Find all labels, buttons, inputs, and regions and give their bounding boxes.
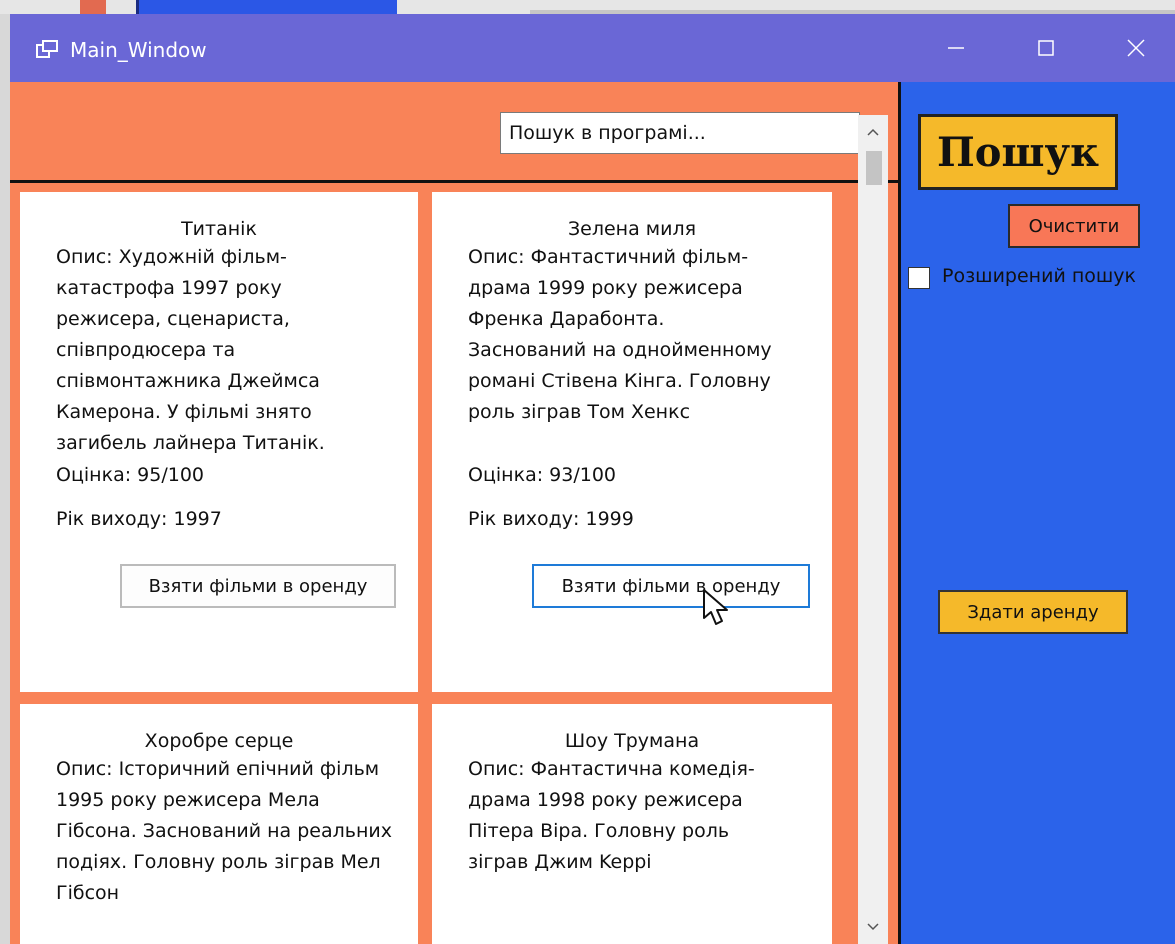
catalog-pane: Пошук в програмі... Титанік Опис: Художн… [10, 82, 898, 944]
close-icon [1127, 39, 1145, 57]
search-input[interactable]: Пошук в програмі... [500, 112, 860, 154]
minimize-button[interactable] [926, 14, 986, 82]
chevron-down-icon [867, 923, 879, 931]
movie-description: Опис: Історичний епічний фільм 1995 року… [56, 758, 392, 904]
title-bar[interactable]: Main_Window [10, 14, 1175, 82]
movie-rating: Оцінка: 93/100 [468, 464, 616, 486]
background-tab-active [136, 0, 397, 14]
return-rental-button[interactable]: Здати аренду [938, 590, 1128, 634]
scroll-up-button[interactable] [858, 115, 888, 149]
movie-description: Опис: Фантастична комедія-драма 1998 рок… [468, 758, 755, 873]
movie-description: Опис: Художній фільм-катастрофа 1997 рок… [56, 246, 325, 454]
advanced-search-checkbox[interactable] [908, 267, 930, 289]
movie-card: Хоробре серце Опис: Історичний епічний ф… [20, 704, 418, 944]
scroll-down-button[interactable] [858, 910, 888, 944]
header-divider [10, 180, 898, 183]
movie-title: Титанік [181, 218, 257, 240]
background-tab [80, 0, 106, 14]
rent-movie-button[interactable]: Взяти фільми в оренду [120, 564, 396, 608]
movie-card: Титанік Опис: Художній фільм-катастрофа … [20, 192, 418, 692]
rent-movie-button[interactable]: Взяти фільми в оренду [532, 564, 810, 608]
mouse-cursor-icon [703, 589, 728, 625]
minimize-icon [948, 47, 964, 49]
movie-year: Рік виходу: 1997 [56, 508, 222, 530]
pane-divider [898, 82, 901, 944]
movie-card: Шоу Трумана Опис: Фантастична комедія-др… [432, 704, 832, 944]
movie-title: Зелена миля [567, 218, 697, 240]
movie-card: Зелена миля Опис: Фантастичний фільм-дра… [432, 192, 832, 692]
main-window: Main_Window Пошук в програмі... Титанік … [10, 14, 1175, 944]
vertical-scrollbar[interactable] [858, 115, 888, 944]
movie-description: Опис: Фантастичний фільм-драма 1999 року… [468, 246, 772, 423]
maximize-icon [1038, 40, 1054, 56]
movie-year: Рік виходу: 1999 [468, 508, 634, 530]
movie-rating: Оцінка: 95/100 [56, 464, 204, 486]
search-button[interactable]: Пошук [918, 114, 1118, 190]
movie-title: Хоробре серце [144, 730, 294, 752]
movie-title: Шоу Трумана [564, 730, 700, 752]
background-window-strip [0, 0, 1175, 14]
chevron-up-icon [867, 128, 879, 136]
window-title: Main_Window [70, 38, 207, 62]
maximize-button[interactable] [1016, 14, 1076, 82]
clear-button[interactable]: Очистити [1008, 204, 1140, 248]
scroll-thumb[interactable] [866, 151, 882, 185]
app-window-icon [36, 40, 58, 58]
close-button[interactable] [1106, 14, 1166, 82]
advanced-search-label[interactable]: Розширений пошук [942, 265, 1136, 287]
